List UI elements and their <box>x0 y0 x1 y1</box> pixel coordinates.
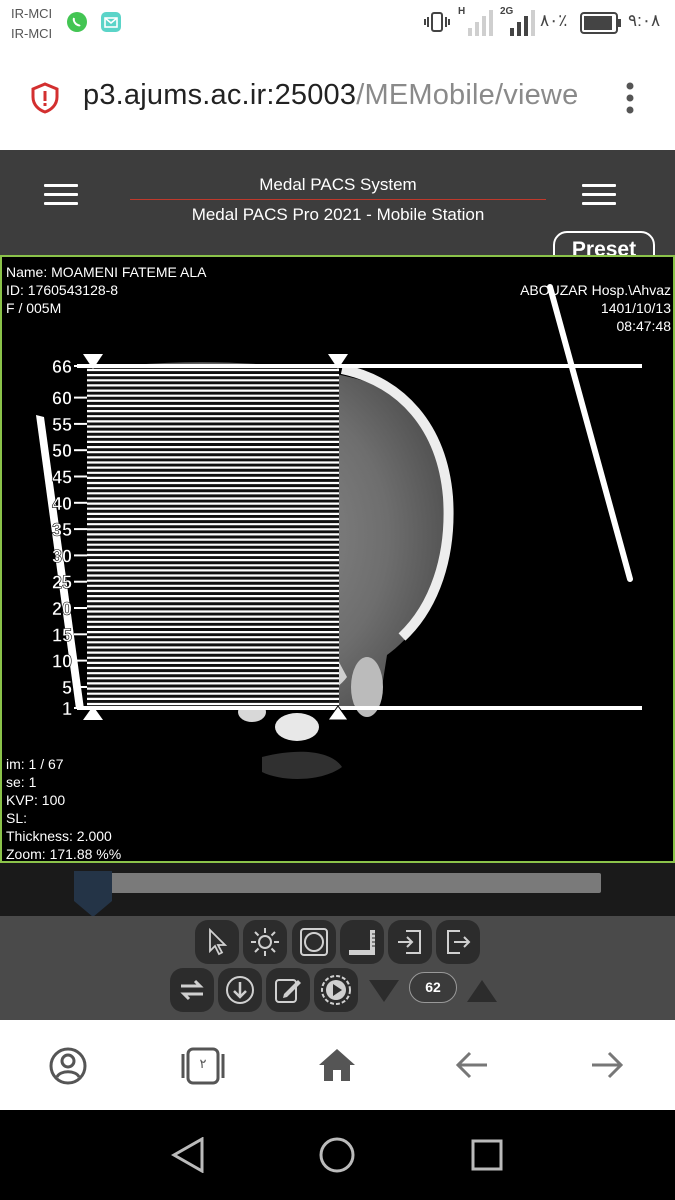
thickness-value: Thickness: 2.000 <box>6 828 112 844</box>
clock: ۹:۰۸ <box>628 11 661 30</box>
scale-label: 45 <box>52 468 72 488</box>
patient-id: ID: 1760543128-8 <box>6 282 119 298</box>
fit-icon <box>300 928 328 956</box>
scale-label: 5 <box>62 678 72 698</box>
scale-label: 20 <box>52 599 72 619</box>
signal-icon-2: 2G <box>500 6 536 36</box>
import-icon <box>398 930 421 954</box>
zoom-value: Zoom: 171.88 %% <box>6 846 122 862</box>
tabs-button[interactable]: ۲ <box>180 1046 226 1086</box>
scale-label: 15 <box>52 625 72 645</box>
sync-button[interactable] <box>170 968 214 1012</box>
patient-sex-age: F / 005M <box>6 300 62 316</box>
import-button[interactable] <box>388 920 432 964</box>
image-counter: 62 <box>409 972 457 1003</box>
sync-icon <box>180 979 204 1001</box>
status-bar: IR-MCI IR-MCI H 2G ۸۰٪ ۹:۰۸ <box>0 0 675 48</box>
browser-url-bar: p3.ajums.ac.ir:25003/MEMobile/viewe <box>0 48 675 150</box>
pointer-button[interactable] <box>195 920 239 964</box>
ct-scout-image: 66 60 55 50 45 40 35 30 25 20 15 10 51 <box>36 284 642 779</box>
home-icon[interactable] <box>318 1048 356 1082</box>
url-host: p3.ajums.ac.ir:25003 <box>83 79 357 111</box>
right-menu-icon[interactable] <box>582 184 616 206</box>
more-vert-icon[interactable] <box>624 82 636 119</box>
carrier-label-1: IR-MCI <box>11 6 53 21</box>
carrier-label-2: IR-MCI <box>11 26 53 41</box>
play-button[interactable] <box>314 968 358 1012</box>
scale-label: 35 <box>52 520 72 540</box>
patient-name: Name: MOAMENI FATEME ALA <box>6 264 207 280</box>
scale-label: 30 <box>52 546 72 566</box>
scale-label: 25 <box>52 573 72 593</box>
signal-icon: H <box>458 6 494 36</box>
fit-button[interactable] <box>292 920 336 964</box>
account-icon[interactable] <box>48 1046 88 1086</box>
app-subtitle: Medal PACS Pro 2021 - Mobile Station <box>191 205 485 224</box>
pointer-icon <box>209 927 228 956</box>
home-circle-icon[interactable] <box>319 1137 355 1173</box>
brightness-button[interactable] <box>243 920 287 964</box>
url-path: /MEMobile/viewe <box>356 79 579 111</box>
play-icon <box>321 975 351 1005</box>
scale-label: 60 <box>52 389 72 409</box>
export-icon <box>447 930 471 954</box>
hospital-name: ABOUZAR Hosp.\Ahvaz <box>520 282 671 298</box>
study-time: 08:47:48 <box>616 318 672 334</box>
edit-icon <box>275 979 301 1003</box>
export-button[interactable] <box>436 920 480 964</box>
ruler-button[interactable] <box>340 920 384 964</box>
scale-label: 55 <box>52 415 72 435</box>
kvp-value: KVP: 100 <box>6 792 66 808</box>
previous-image-button[interactable] <box>368 979 400 1003</box>
slice-location: SL: <box>6 810 28 826</box>
whatsapp-icon <box>67 12 87 32</box>
back-arrow-icon[interactable] <box>455 1050 489 1080</box>
app-title: Medal PACS System <box>259 175 417 194</box>
slider-thumb[interactable] <box>74 871 112 919</box>
image-slider-track[interactable] <box>75 873 601 893</box>
study-date: 1401/10/13 <box>600 300 671 316</box>
image-viewer[interactable]: 66 60 55 50 45 40 35 30 25 20 15 10 5 1 Name: MOAMENI… <box>0 255 675 863</box>
vibrate-icon <box>424 11 450 38</box>
edit-button[interactable] <box>266 968 310 1012</box>
battery-icon <box>580 12 622 39</box>
browser-bottom-nav: ۲ <box>0 1020 675 1110</box>
tab-count: ۲ <box>199 1056 207 1071</box>
system-nav-bar <box>0 1110 675 1200</box>
back-triangle-icon[interactable] <box>171 1137 205 1173</box>
scale-label: 50 <box>52 441 72 461</box>
next-image-button[interactable] <box>466 979 498 1003</box>
image-index: im: 1 / 67 <box>6 756 64 772</box>
shield-alert-icon[interactable] <box>30 82 60 119</box>
forward-arrow-icon[interactable] <box>590 1050 624 1080</box>
brightness-icon <box>251 928 279 956</box>
title-divider <box>130 199 546 200</box>
left-menu-icon[interactable] <box>44 184 78 206</box>
scale-label: 40 <box>52 494 72 514</box>
recents-square-icon[interactable] <box>471 1139 503 1171</box>
scale-label: 66 <box>52 357 72 377</box>
battery-percent: ۸۰٪ <box>540 11 568 30</box>
series-number: se: 1 <box>6 774 37 790</box>
download-icon <box>226 976 254 1004</box>
scale-label: 10 <box>52 652 72 672</box>
url-field[interactable]: p3.ajums.ac.ir:25003/MEMobile/viewe <box>83 79 595 112</box>
message-icon <box>101 12 121 32</box>
slice-scale: 66 60 55 50 45 40 35 30 25 20 15 10 51 <box>52 357 87 719</box>
scale-label: 1 <box>62 699 72 719</box>
download-button[interactable] <box>218 968 262 1012</box>
image-slider-bar <box>0 863 675 919</box>
ruler-icon <box>349 930 375 955</box>
